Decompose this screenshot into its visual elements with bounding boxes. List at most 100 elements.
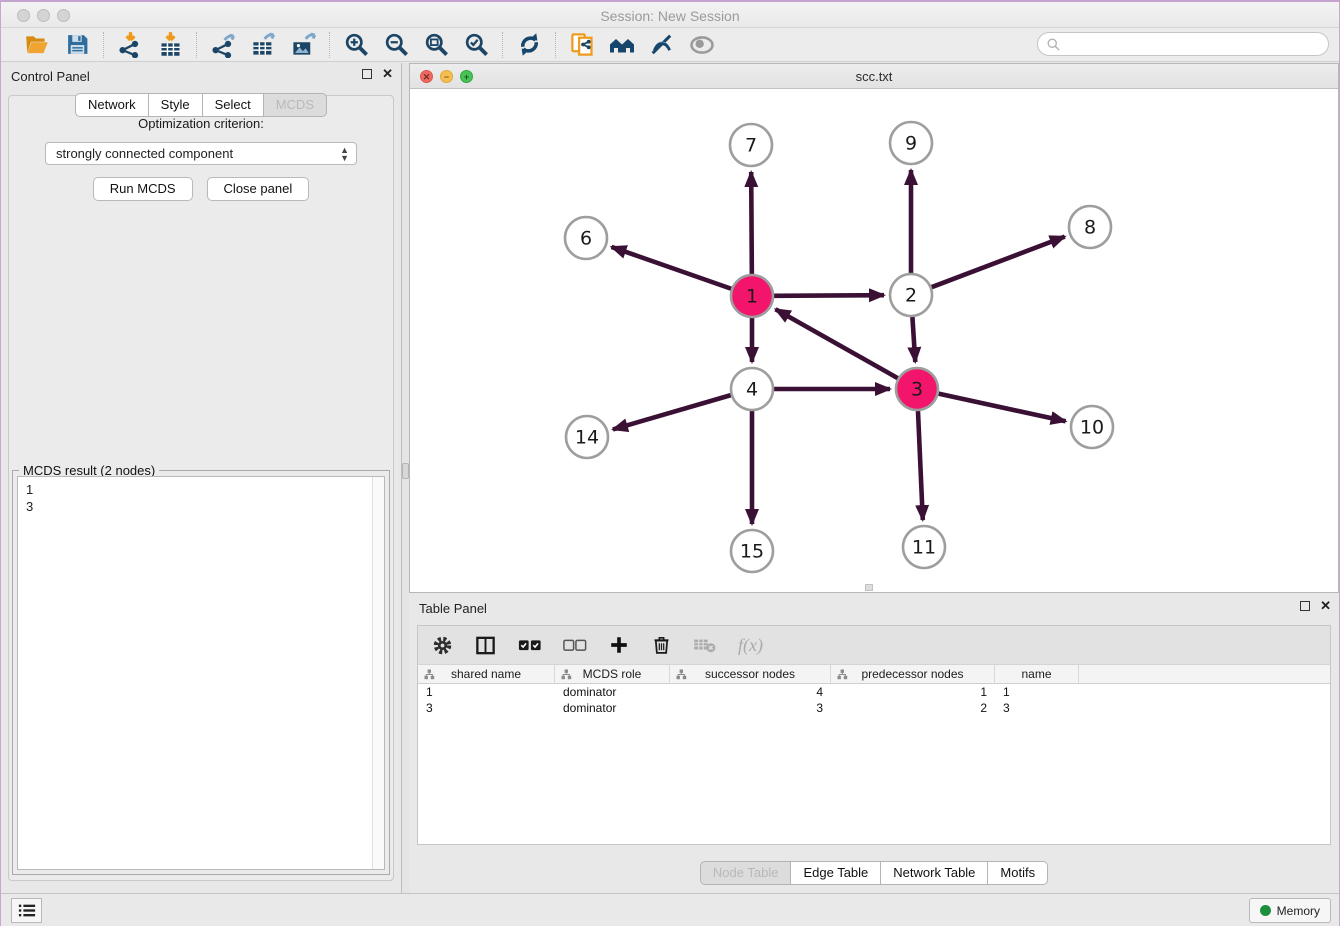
edge-2-3[interactable] xyxy=(912,317,915,362)
column-header[interactable]: MCDS role xyxy=(555,665,670,683)
export-table-icon[interactable] xyxy=(249,31,277,59)
clone-network-icon[interactable] xyxy=(568,31,596,59)
tab-network-table[interactable]: Network Table xyxy=(881,861,988,885)
network-graph[interactable]: 7 9 6 8 1 2 4 3 14 10 15 11 xyxy=(410,89,1340,592)
float-panel-icon[interactable] xyxy=(362,69,372,79)
table-cell[interactable]: 4 xyxy=(670,684,831,700)
zoom-fit-icon[interactable] xyxy=(422,31,450,59)
column-header-label: MCDS role xyxy=(583,667,642,681)
node-6[interactable]: 6 xyxy=(565,217,607,259)
float-table-panel-icon[interactable] xyxy=(1300,601,1310,611)
close-panel-button[interactable]: Close panel xyxy=(207,177,310,201)
canvas-grip[interactable] xyxy=(865,584,873,591)
result-scrollbar[interactable] xyxy=(372,477,384,869)
edge-1-2[interactable] xyxy=(774,295,884,296)
mcds-panel: Optimization criterion: strongly connect… xyxy=(8,95,394,881)
node-3[interactable]: 3 xyxy=(896,368,938,410)
table-header-row: shared name MCDS role successor nodesprede… xyxy=(418,665,1330,684)
show-all-icon[interactable] xyxy=(688,31,716,59)
column-header[interactable]: predecessor nodes xyxy=(831,665,995,683)
zoom-out-icon[interactable] xyxy=(382,31,410,59)
svg-text:2: 2 xyxy=(905,285,917,307)
table-cell[interactable]: 2 xyxy=(831,700,995,716)
edge-3-1[interactable] xyxy=(776,309,898,378)
import-table-icon[interactable] xyxy=(156,31,184,59)
tab-node-table[interactable]: Node Table xyxy=(700,861,792,885)
show-panels-button[interactable] xyxy=(11,898,42,923)
create-column-icon[interactable] xyxy=(608,634,630,656)
node-14[interactable]: 14 xyxy=(566,416,608,458)
column-header[interactable]: name xyxy=(995,665,1079,683)
import-network-icon[interactable] xyxy=(116,31,144,59)
split-divider[interactable] xyxy=(401,63,409,893)
svg-text:4: 4 xyxy=(746,379,758,401)
table-panel: Table Panel ✕ xyxy=(409,595,1339,893)
node-4[interactable]: 4 xyxy=(731,368,773,410)
edge-1-7[interactable] xyxy=(751,172,752,274)
table-cell[interactable]: 1 xyxy=(418,684,555,700)
node-9[interactable]: 9 xyxy=(890,122,932,164)
table-cell[interactable]: dominator xyxy=(555,684,670,700)
table-options-icon[interactable] xyxy=(432,635,453,656)
node-8[interactable]: 8 xyxy=(1069,206,1111,248)
export-image-icon[interactable] xyxy=(289,31,317,59)
table-cell[interactable]: dominator xyxy=(555,700,670,716)
node-1[interactable]: 1 xyxy=(731,275,773,317)
zoom-selected-icon[interactable] xyxy=(462,31,490,59)
tab-mcds[interactable]: MCDS xyxy=(264,93,327,117)
memory-button[interactable]: Memory xyxy=(1249,898,1331,923)
run-mcds-button[interactable]: Run MCDS xyxy=(93,177,193,201)
close-panel-icon[interactable]: ✕ xyxy=(382,69,393,79)
export-network-icon[interactable] xyxy=(209,31,237,59)
tab-motifs[interactable]: Motifs xyxy=(988,861,1048,885)
save-session-icon[interactable] xyxy=(63,31,91,59)
select-all-icon[interactable] xyxy=(518,637,542,653)
node-11[interactable]: 11 xyxy=(903,526,945,568)
svg-text:7: 7 xyxy=(745,135,757,157)
mcds-result-text[interactable]: 1 3 xyxy=(17,476,385,870)
first-neighbors-icon[interactable] xyxy=(608,31,636,59)
show-hide-columns-icon[interactable] xyxy=(474,634,497,657)
tab-select[interactable]: Select xyxy=(203,93,264,117)
criterion-select[interactable]: strongly connected component ▲▼ xyxy=(45,142,357,165)
svg-text:1: 1 xyxy=(746,286,758,308)
network-view-title: scc.txt xyxy=(410,69,1338,84)
delete-column-icon[interactable] xyxy=(651,634,672,656)
tab-edge-table[interactable]: Edge Table xyxy=(791,861,881,885)
table-row[interactable]: 3dominator323 xyxy=(418,700,1330,716)
table-row[interactable]: 1dominator411 xyxy=(418,684,1330,700)
delete-table-icon[interactable] xyxy=(693,636,717,654)
divider-grip[interactable] xyxy=(402,463,409,479)
open-session-icon[interactable] xyxy=(23,31,51,59)
edge-2-8[interactable] xyxy=(932,237,1065,288)
memory-status-icon xyxy=(1260,905,1271,916)
table-cell[interactable]: 3 xyxy=(670,700,831,716)
node-2[interactable]: 2 xyxy=(890,274,932,316)
column-header[interactable]: shared name xyxy=(418,665,555,683)
network-canvas[interactable]: 7 9 6 8 1 2 4 3 14 10 15 11 xyxy=(410,89,1338,592)
table-cell[interactable]: 1 xyxy=(995,684,1079,700)
hide-selected-icon[interactable] xyxy=(648,31,676,59)
tree-icon xyxy=(561,669,572,680)
edge-3-10[interactable] xyxy=(938,394,1065,422)
table-cell[interactable]: 1 xyxy=(831,684,995,700)
function-builder-icon[interactable]: f(x) xyxy=(738,635,763,656)
table-cell[interactable]: 3 xyxy=(418,700,555,716)
node-10[interactable]: 10 xyxy=(1071,406,1113,448)
edge-1-6[interactable] xyxy=(611,247,731,289)
edge-3-11[interactable] xyxy=(918,411,923,520)
edge-4-14[interactable] xyxy=(613,395,731,429)
node-15[interactable]: 15 xyxy=(731,530,773,572)
table-cell[interactable]: 3 xyxy=(995,700,1079,716)
search-input[interactable] xyxy=(1061,34,1328,54)
zoom-in-icon[interactable] xyxy=(342,31,370,59)
search-field[interactable] xyxy=(1037,32,1329,56)
deselect-all-icon[interactable] xyxy=(563,637,587,653)
close-table-panel-icon[interactable]: ✕ xyxy=(1320,601,1331,611)
tab-style[interactable]: Style xyxy=(149,93,203,117)
node-7[interactable]: 7 xyxy=(730,124,772,166)
apply-layout-icon[interactable] xyxy=(515,31,543,59)
network-window-titlebar[interactable]: ✕ − + scc.txt xyxy=(410,64,1338,89)
column-header[interactable]: successor nodes xyxy=(670,665,831,683)
tab-network[interactable]: Network xyxy=(75,93,149,117)
